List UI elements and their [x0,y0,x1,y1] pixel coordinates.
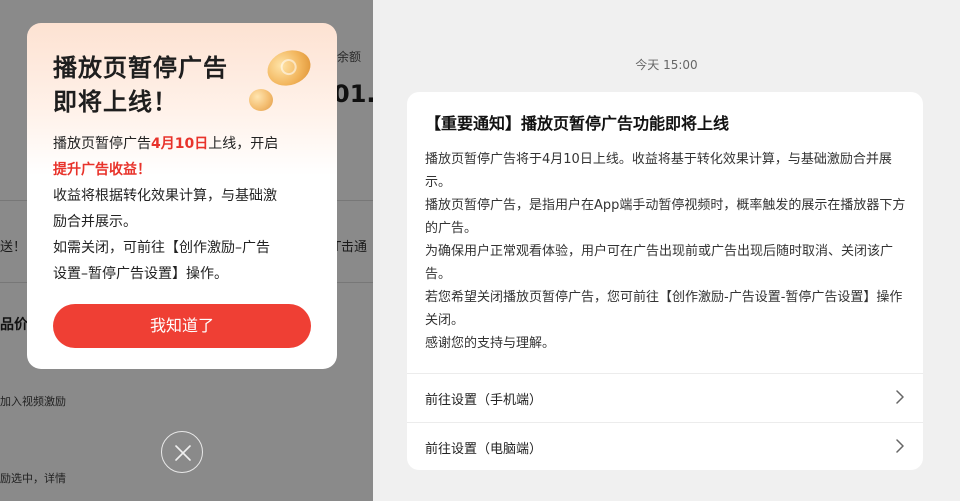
confirm-button[interactable]: 我知道了 [53,304,311,348]
modal-body-text: 设置–暂停广告设置】操作。 [53,266,228,282]
background-section-heading: 品价 [0,317,28,333]
message-timestamp: 今天 15:00 [635,58,698,72]
modal-body-text: 播放页暂停广告 [53,136,151,152]
background-hint-text: 励选中，详情 [0,472,66,485]
settings-mobile-link[interactable]: 前往设置（手机端） [407,374,923,422]
chevron-right-icon [896,390,904,404]
modal-title-line: 即将上线！ [53,88,178,116]
background-row-text-left: 送！ [0,240,27,255]
settings-desktop-label: 前往设置（电脑端） [425,442,543,457]
notice-paragraph: 播放页暂停广告，是指用户在App端手动暂停视频时，概率触发的展示在播放器下方的广… [425,198,906,236]
modal-body-text: 收益将根据转化效果计算，与基础激 [53,188,277,204]
notice-body: 播放页暂停广告将于4月10日上线。收益将基于转化效果计算，与基础激励合并展示。 … [425,148,907,355]
coin-icon [249,89,273,111]
settings-mobile-label: 前往设置（手机端） [425,393,543,408]
background-balance-value: 01.8 [333,80,373,108]
modal-title-line: 播放页暂停广告 [53,54,228,82]
notice-paragraph: 若您希望关闭播放页暂停广告，您可前往【创作激励-广告设置-暂停广告设置】操作关闭… [425,290,903,328]
notice-card: 【重要通知】播放页暂停广告功能即将上线 播放页暂停广告将于4月10日上线。收益将… [407,92,923,470]
notice-title: 【重要通知】播放页暂停广告功能即将上线 [425,114,730,133]
coin-icon [262,44,316,92]
modal-body-text: 如需关闭，可前往【创作激励–广告 [53,240,270,256]
right-panel: 今天 15:00 【重要通知】播放页暂停广告功能即将上线 播放页暂停广告将于4月… [373,0,960,501]
background-row-text-right: T击通 [333,240,367,255]
left-panel: 户余额 01.8 送！ T击通 品价 加入视频激励 励选中，详情 播放页暂停广告… [0,0,373,501]
modal-title: 播放页暂停广告 即将上线！ [53,51,263,119]
modal-highlight-text: 提升广告收益！ [53,162,151,178]
settings-desktop-link[interactable]: 前往设置（电脑端） [407,423,923,470]
modal-body-text: 上线，开启 [208,136,279,152]
notice-paragraph: 播放页暂停广告将于4月10日上线。收益将基于转化效果计算，与基础激励合并展示。 [425,152,892,190]
modal-date-highlight: 4月10日 [151,136,209,152]
close-modal-button[interactable] [161,431,203,473]
announcement-modal: 播放页暂停广告 即将上线！ 播放页暂停广告4月10日上线，开启 提升广告收益！ … [27,23,337,369]
chevron-right-icon [896,439,904,453]
modal-body: 播放页暂停广告4月10日上线，开启 提升广告收益！ 收益将根据转化效果计算，与基… [53,131,315,287]
notice-paragraph: 感谢您的支持与理解。 [425,336,556,351]
modal-body-text: 励合并展示。 [53,214,137,230]
close-icon [175,445,191,461]
background-hint-text: 加入视频激励 [0,395,66,408]
notice-paragraph: 为确保用户正常观看体验，用户可在广告出现前或广告出现后随时取消、关闭该广告。 [425,244,894,282]
